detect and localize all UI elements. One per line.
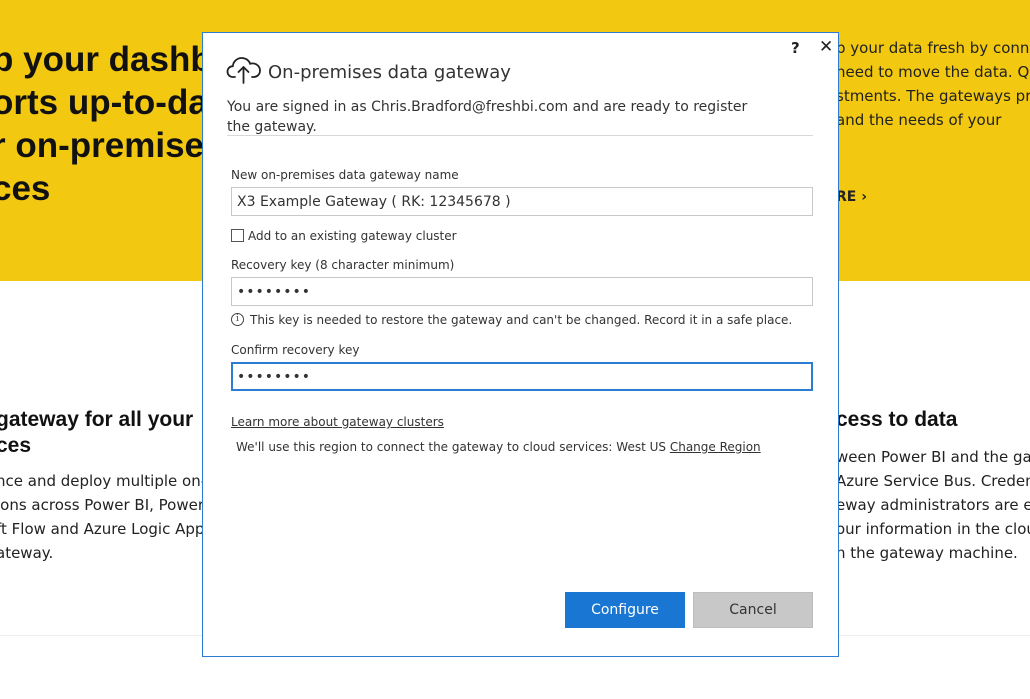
section-body-line: ions across Power BI, PowerA — [0, 496, 215, 514]
section-body-gateway: nce and deploy multiple on-p ions across… — [0, 469, 216, 565]
hero-title-line: orts up-to-da — [0, 83, 208, 122]
section-body-line: eway administrators are enc — [836, 496, 1030, 514]
section-body-line: nce and deploy multiple on-p — [0, 472, 216, 490]
section-title-access: cess to data — [836, 408, 958, 431]
hero-desc-line: stments. The gateways prov — [836, 87, 1030, 105]
gateway-dialog: ? ✕ On-premises data gateway You are sig… — [202, 32, 839, 657]
info-icon: i — [231, 313, 244, 326]
hero-desc-line: and the needs of your — [836, 111, 1002, 129]
learn-more-clusters-link[interactable]: Learn more about gateway clusters — [231, 415, 444, 429]
section-body-access: ween Power BI and the gat Azure Service … — [836, 445, 1030, 565]
hero-desc-line: p your data fresh by conne — [836, 39, 1030, 57]
recovery-key-hint: This key is needed to restore the gatewa… — [250, 313, 793, 327]
learn-more-link[interactable]: RE › — [836, 189, 867, 205]
region-message: We'll use this region to connect the gat… — [236, 440, 761, 454]
section-body-line: ween Power BI and the gat — [836, 448, 1030, 466]
signed-in-message: You are signed in as Chris.Bradford@fres… — [227, 99, 748, 135]
hero-desc-line: need to move the data. Que — [836, 63, 1030, 81]
divider — [227, 135, 813, 136]
section-title-line: gateway for all your — [0, 408, 194, 431]
help-icon[interactable]: ? — [791, 39, 800, 57]
gateway-name-label: New on-premises data gateway name — [231, 168, 459, 182]
configure-button[interactable]: Configure — [565, 592, 685, 628]
section-title-line: ces — [0, 434, 32, 457]
gateway-name-input[interactable] — [231, 187, 813, 216]
cloud-upload-icon — [226, 57, 261, 84]
confirm-key-label: Confirm recovery key — [231, 343, 360, 357]
add-cluster-checkbox[interactable] — [231, 229, 244, 242]
section-title-gateway: gateway for all your ces — [0, 407, 193, 459]
section-body-line: ft Flow and Azure Logic Apps — [0, 520, 213, 538]
dialog-title: On-premises data gateway — [268, 62, 511, 83]
recovery-key-input[interactable] — [231, 277, 813, 306]
hero-title-line: r on-premise — [0, 126, 204, 165]
section-body-line: ateway. — [0, 544, 54, 562]
hero-title-line: p your dashb — [0, 40, 212, 79]
cancel-button[interactable]: Cancel — [693, 592, 813, 628]
add-cluster-label: Add to an existing gateway cluster — [248, 229, 457, 243]
section-body-line: our information in the clou — [836, 520, 1030, 538]
hero-description: p your data fresh by conne need to move … — [836, 36, 1030, 132]
hero-title-line: ces — [0, 169, 51, 208]
change-region-link[interactable]: Change Region — [670, 440, 761, 454]
confirm-key-input[interactable] — [231, 362, 813, 391]
hero-title: p your dashb orts up-to-da r on-premise … — [0, 38, 212, 210]
close-icon[interactable]: ✕ — [819, 37, 833, 57]
recovery-key-label: Recovery key (8 character minimum) — [231, 258, 455, 272]
region-text: We'll use this region to connect the gat… — [236, 440, 670, 454]
section-body-line: Azure Service Bus. Credent — [836, 472, 1030, 490]
section-body-line: n the gateway machine. — [836, 544, 1018, 562]
